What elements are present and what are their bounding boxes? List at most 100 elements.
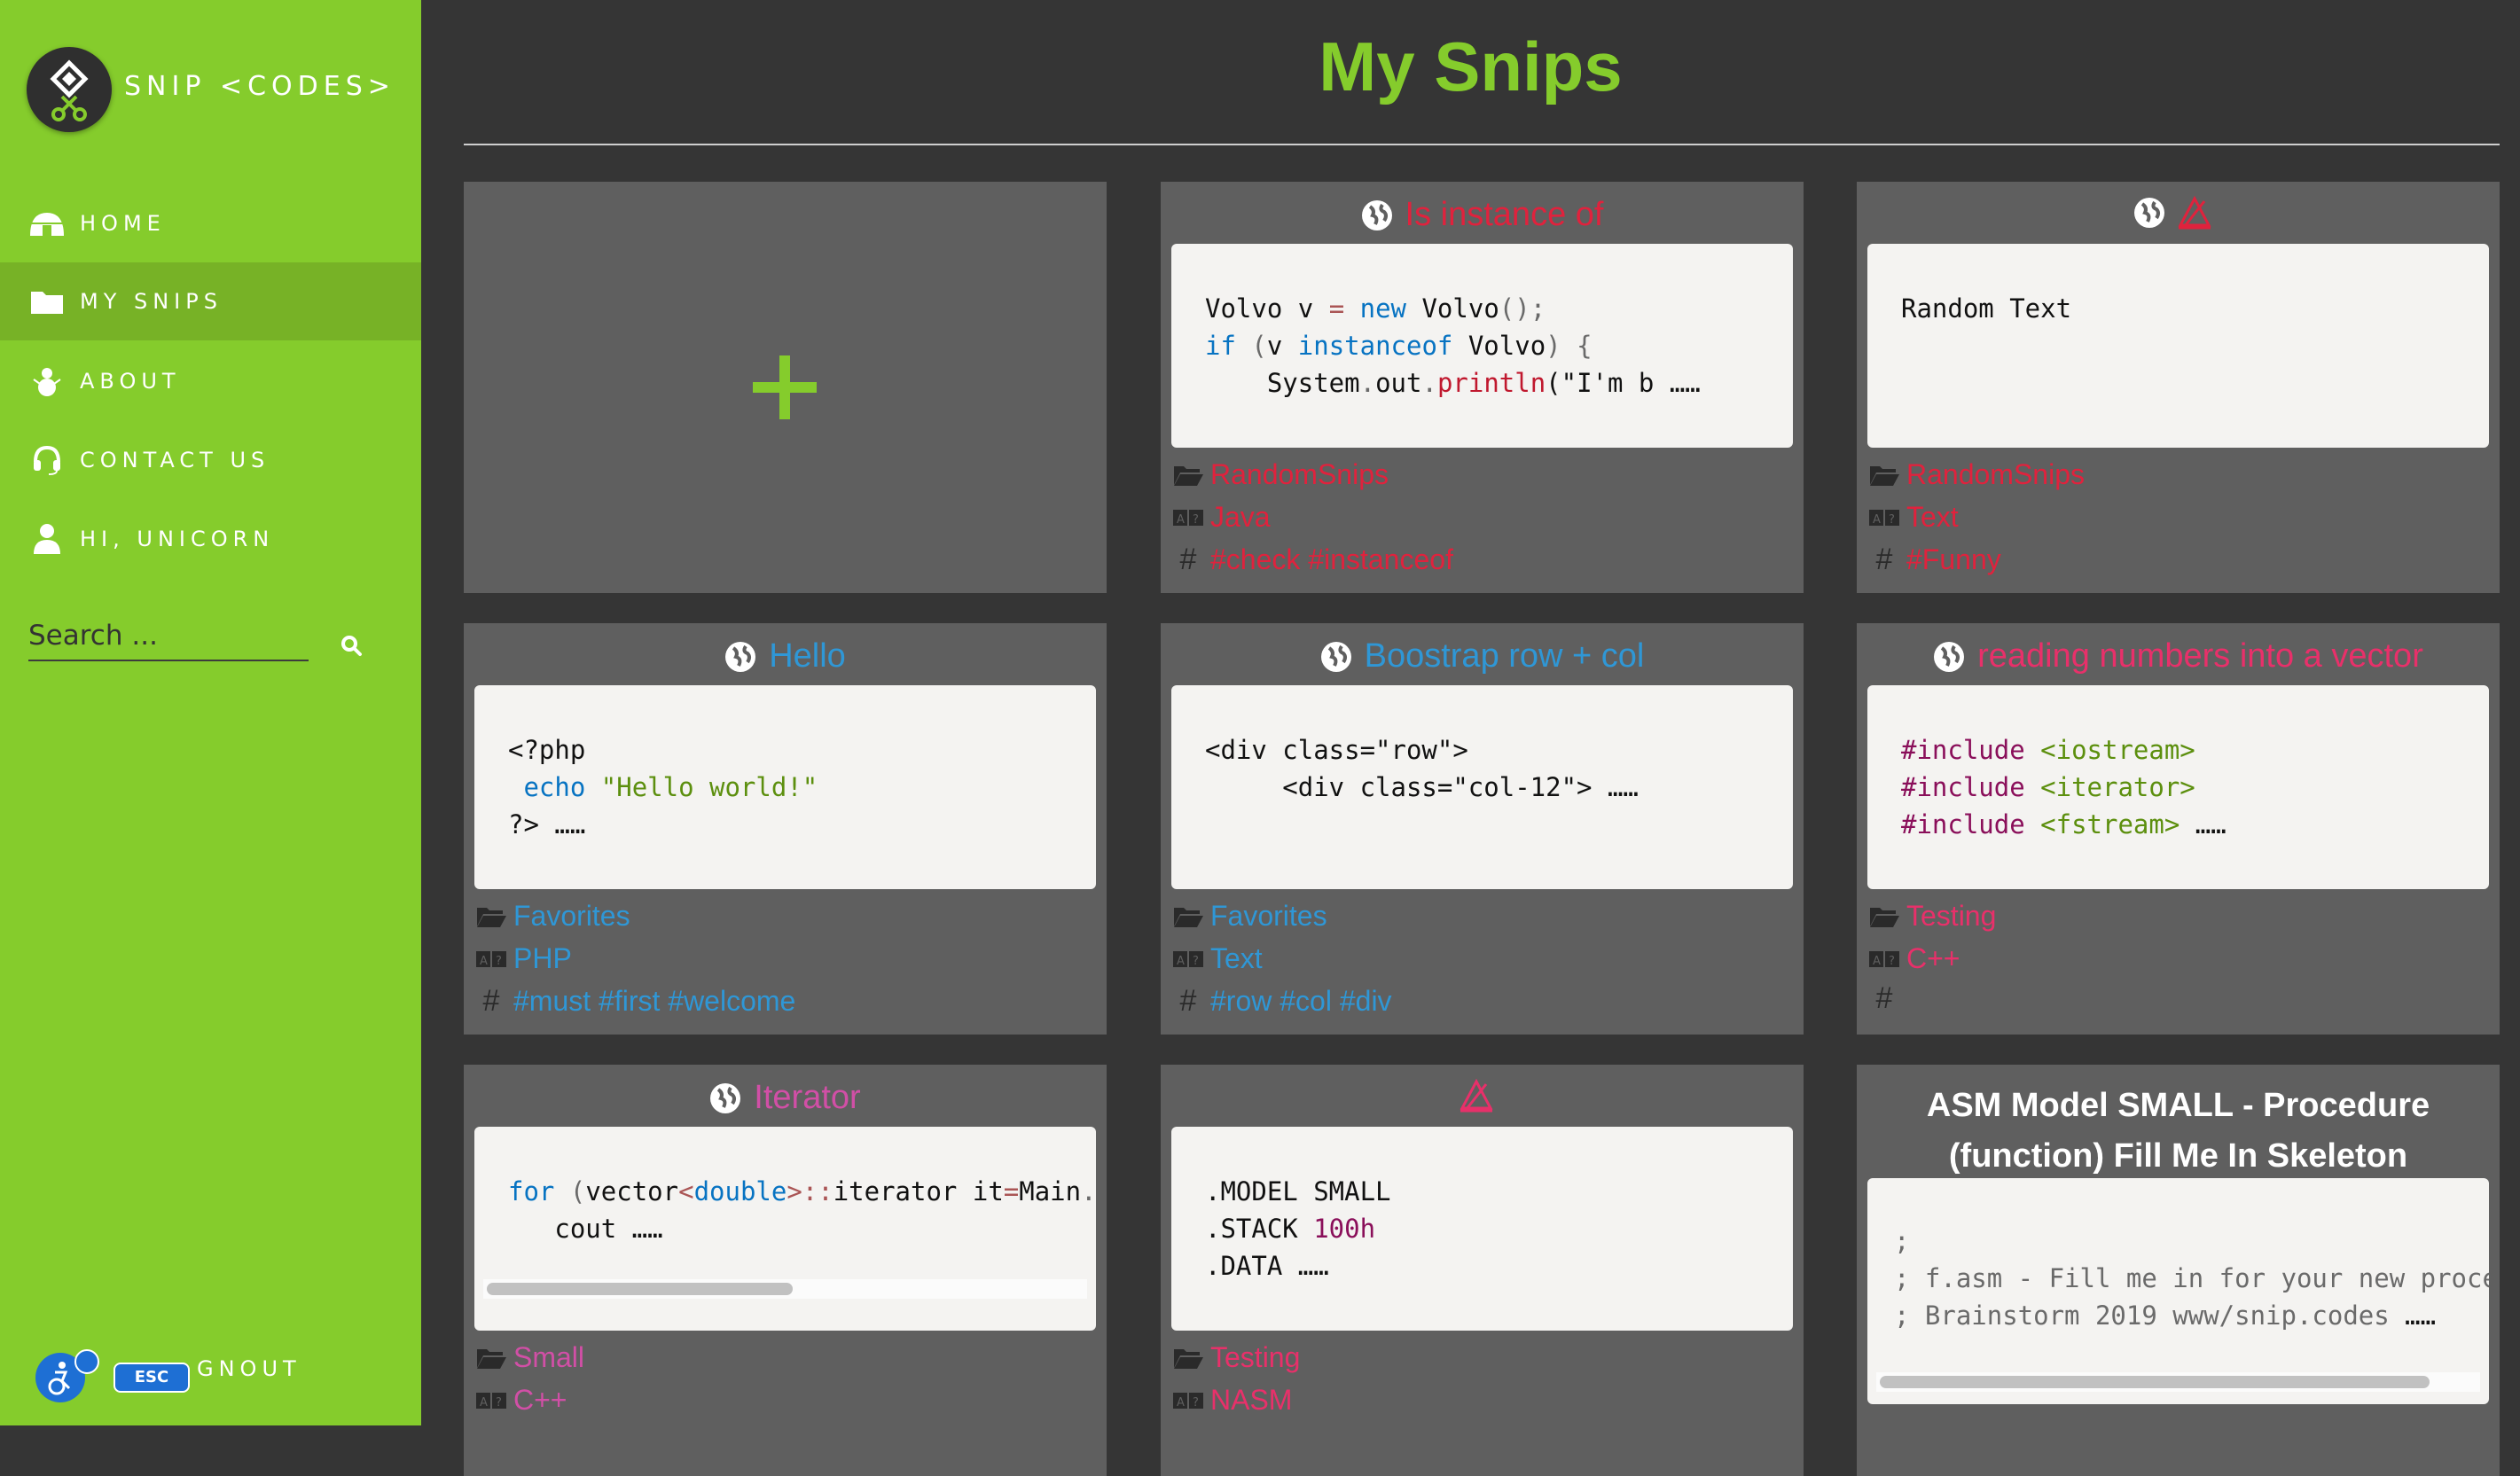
code-preview[interactable]: <?php echo "Hello world!" ?> …… [474,685,1096,889]
sidebar-item-home[interactable]: HOME [0,184,421,262]
snip-language[interactable]: A? Text [1173,942,1263,975]
folder-open-icon [1869,903,1899,930]
code-preview[interactable]: .MODEL SMALL .STACK 100h .DATA …… [1171,1127,1793,1331]
snip-card[interactable]: Hello <?php echo "Hello world!" ?> …… Fa… [464,623,1107,1035]
folder-label: Testing [1906,900,1997,932]
snip-card[interactable]: Random Text RandomSnips A? Text # #Funny [1857,182,2500,593]
snip-folder[interactable]: RandomSnips [1173,458,1389,491]
svg-text:?: ? [1193,955,1199,968]
code-preview[interactable]: Random Text [1867,244,2489,448]
tags-label: #Funny [1906,543,2001,575]
svg-text:?: ? [496,955,502,968]
untitled-warning-icon [2178,196,2211,230]
snip-language[interactable]: A? Java [1173,501,1271,534]
code-preview[interactable]: for (vector<double>::iterator it=Main.be… [474,1127,1096,1331]
esc-badge[interactable]: ESC [113,1363,190,1393]
code-text: Random Text [1901,293,2072,324]
snip-title[interactable]: Is instance of [1161,196,1804,234]
scrollbar-thumb[interactable] [1880,1376,2430,1388]
svg-text:?: ? [1889,955,1895,968]
snip-title-text: Iterator [754,1079,861,1116]
sidebar-item-about[interactable]: ABOUT [0,342,421,420]
code-preview[interactable]: <div class="row"> <div class="col-12"> …… [1171,685,1793,889]
sidebar-item-contact[interactable]: CONTACT US [0,421,421,499]
folder-open-icon [1173,462,1203,488]
user-icon [28,523,66,555]
code-text: #include <iostream> #include <iterator> … [1901,735,2227,840]
code-text: .MODEL SMALL .STACK 100h .DATA …… [1205,1176,1391,1281]
snip-card[interactable]: .MODEL SMALL .STACK 100h .DATA …… Testin… [1161,1065,1804,1476]
language-icon: A? [1173,946,1203,972]
snip-title-text: Hello [769,637,846,675]
snip-card[interactable]: Is instance of Volvo v = new Volvo(); if… [1161,182,1804,593]
svg-text:A: A [1177,1396,1185,1410]
code-text: for (vector<double>::iterator it=Main.be… [508,1176,1096,1244]
snip-card[interactable]: Boostrap row + col <div class="row"> <di… [1161,623,1804,1035]
code-preview[interactable]: Volvo v = new Volvo(); if (v instanceof … [1171,244,1793,448]
snip-card[interactable]: Iterator for (vector<double>::iterator i… [464,1065,1107,1476]
scrollbar-thumb[interactable] [487,1283,793,1295]
snip-title[interactable]: Iterator [464,1079,1107,1117]
snip-tags[interactable]: # #row #col #div [1173,984,1392,1018]
code-text: ; ; f.asm - Fill me in for your new proc… [1894,1226,2489,1331]
logout-link[interactable]: GNOUT [197,1356,301,1381]
snip-title[interactable]: reading numbers into a vector [1857,637,2500,676]
snip-title[interactable] [1857,196,2500,230]
language-label: C++ [513,1384,567,1416]
snip-folder[interactable]: Small [476,1341,584,1374]
snip-language[interactable]: A? PHP [476,942,572,975]
sidebar-item-label: HI, UNICORN [80,527,275,551]
logo-text[interactable]: SNIP <CODES> [124,71,395,102]
svg-text:A: A [480,1396,488,1410]
snip-language[interactable]: A? NASM [1173,1384,1292,1417]
folder-open-icon [476,1345,506,1371]
snip-title-text: reading numbers into a vector [1977,637,2423,675]
sidebar-item-profile[interactable]: HI, UNICORN [0,500,421,578]
sidebar-item-my-snips[interactable]: MY SNIPS [0,262,421,340]
search-field [28,612,309,661]
snip-language[interactable]: A? C++ [476,1384,567,1417]
language-label: Java [1210,501,1271,533]
horizontal-scrollbar[interactable] [483,1279,1087,1299]
folder-label: Small [513,1341,585,1373]
search-input[interactable] [28,612,309,660]
snip-tags[interactable]: # #must #first #welcome [476,984,796,1018]
snip-folder[interactable]: Testing [1869,900,1996,933]
folder-open-icon [1173,903,1203,930]
snip-title-text: Boostrap row + col [1364,637,1645,675]
snip-title[interactable]: Hello [464,637,1107,676]
language-label: C++ [1906,942,1960,974]
snip-title[interactable]: ASM Model SMALL - Procedure (function) F… [1883,1081,2473,1182]
add-snip-card[interactable] [464,182,1107,593]
globe-icon [1320,641,1351,672]
logo[interactable] [27,47,112,132]
snip-folder[interactable]: Favorites [1173,900,1327,933]
snip-folder[interactable]: RandomSnips [1869,458,2085,491]
horizontal-scrollbar[interactable] [1876,1372,2480,1392]
snip-tags[interactable]: # #Funny [1869,543,2001,576]
tags-label: #must #first #welcome [513,985,796,1017]
snip-tags[interactable]: # [1869,981,1906,1015]
search-button[interactable] [339,633,365,660]
snip-language[interactable]: A? C++ [1869,942,1960,975]
globe-icon [2133,198,2164,228]
language-label: Text [1210,942,1263,974]
svg-text:A: A [480,955,488,968]
svg-text:?: ? [1889,513,1895,527]
snip-title[interactable] [1161,1079,1804,1113]
snip-card[interactable]: reading numbers into a vector #include <… [1857,623,2500,1035]
snip-folder[interactable]: Favorites [476,900,630,933]
code-preview[interactable]: ; ; f.asm - Fill me in for your new proc… [1867,1178,2489,1404]
snip-folder[interactable]: Testing [1173,1341,1300,1374]
snip-title[interactable]: Boostrap row + col [1161,637,1804,676]
snip-tags[interactable]: # #check #instanceof [1173,543,1453,576]
folder-open-icon [1173,1345,1203,1371]
folder-icon [28,285,66,317]
snip-language[interactable]: A? Text [1869,501,1959,534]
snip-card[interactable]: ASM Model SMALL - Procedure (function) F… [1857,1065,2500,1476]
language-icon: A? [1869,946,1899,972]
folder-label: Favorites [1210,900,1327,932]
code-preview[interactable]: #include <iostream> #include <iterator> … [1867,685,2489,889]
sidebar-item-label: ABOUT [80,369,181,394]
svg-text:A: A [1177,513,1185,527]
